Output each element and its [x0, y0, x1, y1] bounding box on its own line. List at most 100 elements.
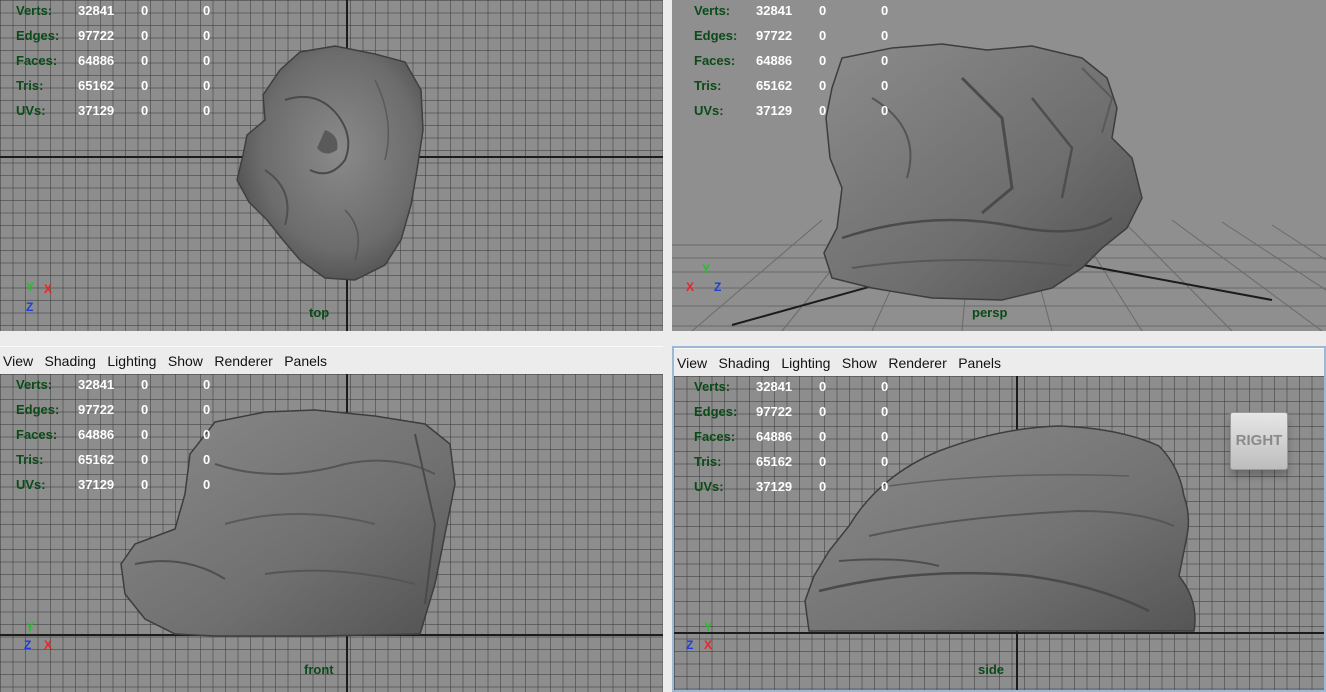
menu-show[interactable]: Show	[842, 349, 877, 377]
hud-value: 65162	[78, 452, 115, 467]
menubar-front: View Shading Lighting Show Renderer Pane…	[0, 346, 663, 376]
hud-value: 0	[203, 3, 211, 18]
hud-value: 0	[881, 429, 889, 444]
viewport-front[interactable]: Verts: 32841 0 0 Edges: 97722 0 0 Faces: 64886 0…	[0, 374, 663, 692]
hud-value: 0	[203, 377, 211, 392]
hud-label: Verts:	[16, 377, 53, 392]
camera-name-side: side	[978, 662, 1005, 677]
hud-value: 0	[203, 78, 211, 93]
rock-mesh-persp	[823, 43, 1143, 301]
hud-value: 97722	[78, 28, 115, 43]
menu-shading[interactable]: Shading	[45, 347, 96, 375]
panel-side[interactable]: View Shading Lighting Show Renderer Pane…	[672, 346, 1326, 692]
hud-value: 0	[881, 78, 889, 93]
hud-value: 0	[819, 53, 827, 68]
hud-value: 0	[141, 452, 149, 467]
hud-value: 37129	[756, 479, 793, 494]
hud-value: 0	[819, 429, 827, 444]
hud-value: 0	[141, 78, 149, 93]
hud-value: 0	[881, 379, 889, 394]
axis-z-label: Z	[714, 280, 722, 294]
hud-value: 0	[141, 103, 149, 118]
hud-value: 0	[141, 402, 149, 417]
hud-value: 0	[819, 454, 827, 469]
hud-value: 0	[881, 53, 889, 68]
hud-label: Verts:	[16, 3, 53, 18]
hud-value: 0	[203, 402, 211, 417]
hud-value: 0	[203, 477, 211, 492]
hud-value: 0	[881, 3, 889, 18]
hud-label: Faces:	[694, 429, 736, 444]
hud-value: 0	[881, 479, 889, 494]
hud-label: Edges:	[694, 28, 738, 43]
menu-lighting[interactable]: Lighting	[781, 349, 830, 377]
hud-value: 0	[881, 28, 889, 43]
viewport-side[interactable]: RIGHT Verts: 32841 0 0 Edges: 97722 0 0 Faces:…	[674, 376, 1324, 690]
menu-renderer[interactable]: Renderer	[888, 349, 946, 377]
hud-value: 97722	[756, 28, 793, 43]
panel-front[interactable]: View Shading Lighting Show Renderer Pane…	[0, 346, 663, 692]
axis-gizmo-persp: Y X Z	[684, 262, 724, 302]
hud-value: 0	[881, 454, 889, 469]
hud-value: 0	[141, 427, 149, 442]
hud-value: 64886	[78, 427, 115, 442]
hud-value: 97722	[756, 404, 793, 419]
rock-mesh-front	[120, 409, 456, 637]
hud-value: 0	[141, 377, 149, 392]
hud-value: 0	[819, 78, 827, 93]
viewport-top[interactable]: Verts: 32841 0 0 Edges: 97722 0 0 Faces: 64886 0…	[0, 0, 663, 331]
hud-value: 0	[881, 103, 889, 118]
hud-value: 32841	[78, 3, 115, 18]
axis-gizmo-front: Y Z X	[22, 620, 62, 660]
hud-value: 64886	[756, 429, 793, 444]
hud-value: 65162	[756, 454, 793, 469]
hud-label: Edges:	[694, 404, 738, 419]
hud-value: 32841	[756, 379, 793, 394]
hud-value: 64886	[78, 53, 115, 68]
camera-name-persp: persp	[972, 305, 1008, 320]
hud-value: 32841	[756, 3, 793, 18]
axis-z-label: Z	[686, 638, 694, 652]
axis-x-label: X	[686, 280, 695, 294]
hud-label: Verts:	[694, 3, 731, 18]
hud-label: Faces:	[16, 427, 58, 442]
menu-show[interactable]: Show	[168, 347, 203, 375]
menu-panels[interactable]: Panels	[284, 347, 327, 375]
hud-value: 0	[819, 479, 827, 494]
hud-label: Tris:	[694, 78, 722, 93]
hud-value: 0	[819, 103, 827, 118]
axis-gizmo-side: Y Z X	[684, 620, 724, 660]
rock-mesh-side	[804, 425, 1196, 632]
axis-y-label: Y	[26, 280, 35, 294]
menu-view[interactable]: View	[3, 347, 33, 375]
viewport-persp[interactable]: Verts: 32841 0 0 Edges: 97722 0 0 Faces: 64886 0…	[672, 0, 1326, 331]
axis-y-label: Y	[26, 620, 35, 634]
camera-name-top: top	[309, 305, 330, 320]
panel-persp[interactable]: Verts: 32841 0 0 Edges: 97722 0 0 Faces: 64886 0…	[672, 0, 1326, 331]
hud-label: Tris:	[16, 78, 44, 93]
hud-label: Tris:	[16, 452, 44, 467]
hud-value: 0	[203, 28, 211, 43]
hud-label: Edges:	[16, 402, 60, 417]
rock-mesh-top	[236, 45, 424, 281]
menu-panels[interactable]: Panels	[958, 349, 1001, 377]
hud-value: 37129	[78, 103, 115, 118]
hud-value: 97722	[78, 402, 115, 417]
menu-lighting[interactable]: Lighting	[107, 347, 156, 375]
hud-value: 0	[203, 427, 211, 442]
hud-label: UVs:	[16, 477, 46, 492]
hud-value: 0	[203, 53, 211, 68]
menu-renderer[interactable]: Renderer	[214, 347, 272, 375]
hud-label: UVs:	[16, 103, 46, 118]
hud-value: 0	[141, 53, 149, 68]
viewcube[interactable]: RIGHT	[1230, 412, 1288, 470]
hud-value: 0	[819, 379, 827, 394]
axis-y-label: Y	[704, 620, 713, 634]
menu-view[interactable]: View	[677, 349, 707, 377]
hud-value: 32841	[78, 377, 115, 392]
hud-value: 0	[819, 28, 827, 43]
hud-value: 65162	[756, 78, 793, 93]
panel-top[interactable]: Verts: 32841 0 0 Edges: 97722 0 0 Faces: 64886 0…	[0, 0, 663, 331]
menu-shading[interactable]: Shading	[719, 349, 770, 377]
hud-value: 0	[203, 452, 211, 467]
